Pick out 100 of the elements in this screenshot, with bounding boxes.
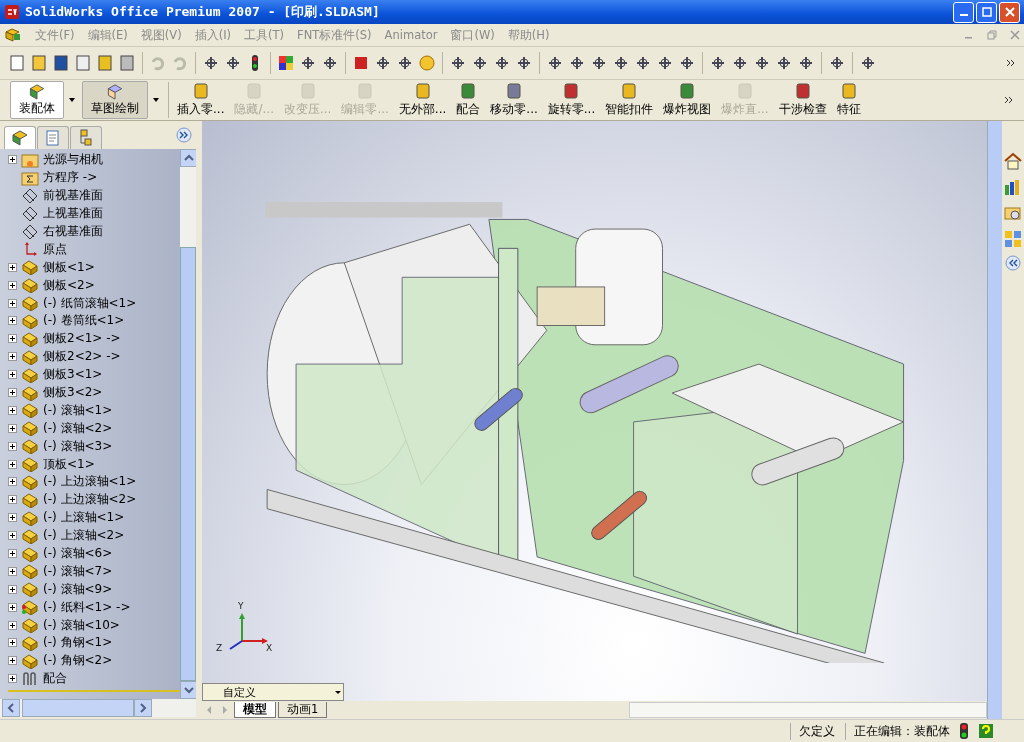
horizontal-scrollbar[interactable] xyxy=(0,699,196,717)
scroll-right-icon[interactable] xyxy=(134,699,152,717)
scroll-left-icon[interactable] xyxy=(2,699,20,717)
tree-item[interactable]: 侧板2<1> -> xyxy=(8,329,180,348)
tree-item[interactable]: 侧板2<2> -> xyxy=(8,347,180,366)
configuration-manager-tab[interactable] xyxy=(70,126,102,149)
tree-item[interactable]: (-) 滚轴<1> xyxy=(8,401,180,420)
expand-icon[interactable] xyxy=(8,531,17,541)
command-button[interactable]: 智能扣件 xyxy=(601,81,658,119)
tree-item[interactable]: 侧板3<2> xyxy=(8,383,180,402)
expand-icon[interactable] xyxy=(8,477,17,487)
tree-item[interactable]: 侧板3<1> xyxy=(8,365,180,384)
expand-icon[interactable] xyxy=(8,566,17,576)
expand-icon[interactable] xyxy=(8,638,17,648)
expand-icon[interactable] xyxy=(8,495,17,505)
command-button[interactable]: 移动零... xyxy=(486,81,542,119)
collapse-icon[interactable] xyxy=(1005,255,1021,271)
minimize-button[interactable] xyxy=(953,1,974,23)
expand-icon[interactable] xyxy=(8,352,17,362)
tree-item[interactable]: (-) 卷筒纸<1> xyxy=(8,312,180,330)
minimize-icon xyxy=(959,14,968,16)
scrollbar-thumb[interactable] xyxy=(22,699,134,717)
tree-item[interactable]: 配合 xyxy=(8,669,180,688)
expand-icon[interactable] xyxy=(8,155,17,165)
tree-item[interactable]: 顶板<1> xyxy=(8,455,180,474)
axis-label: X xyxy=(266,643,273,653)
command-tab[interactable]: 草图绘制 xyxy=(82,81,148,119)
lights-folder-icon xyxy=(21,151,39,168)
tree-item[interactable]: (-) 滚轴<2> xyxy=(8,419,180,438)
command-tab[interactable]: 装配体 xyxy=(10,81,64,119)
view-tab[interactable]: 模型 xyxy=(234,702,276,718)
palette-icon[interactable] xyxy=(1003,229,1023,249)
command-button[interactable]: 特征 xyxy=(832,81,865,119)
graphics-area[interactable]: Y Z X 自定义 xyxy=(202,121,987,701)
vertical-scrollbar[interactable] xyxy=(180,149,196,699)
status-text: 正在编辑：装配体 xyxy=(845,722,950,740)
expand-icon[interactable] xyxy=(8,405,17,415)
tree-item[interactable]: (-) 角钢<1> xyxy=(8,634,180,652)
expand-icon[interactable] xyxy=(8,674,17,684)
expand-icon[interactable] xyxy=(8,423,17,433)
horizontal-scrollbar[interactable] xyxy=(629,702,987,718)
tree-item[interactable]: (-) 角钢<2> xyxy=(8,651,180,670)
tree-item[interactable]: 方程序 -> xyxy=(8,168,180,187)
expand-icon[interactable] xyxy=(8,262,17,272)
command-button[interactable]: 无外部... xyxy=(394,81,451,119)
more-chevron-icon[interactable] xyxy=(1006,58,1016,68)
expand-icon[interactable] xyxy=(8,584,17,594)
command-button[interactable]: 配合 xyxy=(452,81,485,119)
command-button[interactable]: 旋转零... xyxy=(543,81,600,119)
tree-item[interactable]: 原点 xyxy=(8,240,180,259)
tree-item[interactable]: 上视基准面 xyxy=(8,204,180,223)
tree-item[interactable]: (-) 上滚轴<1> xyxy=(8,508,180,527)
tree-item[interactable]: (-) 滚轴<7> xyxy=(8,562,180,581)
tree-item[interactable]: (-) 上边滚轴<2> xyxy=(8,490,180,509)
expand-panel-icon[interactable] xyxy=(176,127,192,143)
command-button[interactable]: 爆炸视图 xyxy=(659,81,716,119)
tree-item[interactable]: 光源与相机 xyxy=(8,151,180,169)
expand-icon[interactable] xyxy=(8,334,17,344)
close-button[interactable] xyxy=(999,1,1020,23)
maximize-button[interactable] xyxy=(976,1,997,23)
expand-icon[interactable] xyxy=(8,441,17,451)
expand-icon[interactable] xyxy=(8,656,17,666)
tree-item[interactable]: 右视基准面 xyxy=(8,222,180,241)
tree-item[interactable]: (-) 滚轴<10> xyxy=(8,616,180,635)
logo-cube-icon[interactable] xyxy=(352,54,370,72)
expand-icon[interactable] xyxy=(8,280,17,290)
traffic-light-icon xyxy=(960,723,968,739)
expand-icon[interactable] xyxy=(8,459,17,469)
tree-item[interactable]: (-) 上滚轴<2> xyxy=(8,526,180,545)
expand-icon[interactable] xyxy=(8,513,17,523)
color-grid-icon[interactable] xyxy=(277,54,295,72)
expand-icon[interactable] xyxy=(8,298,17,308)
app-logo-icon xyxy=(4,4,20,20)
axis-label: Y xyxy=(238,601,244,611)
command-button[interactable]: 干涉检查 xyxy=(774,81,831,119)
more-chevron-icon[interactable] xyxy=(1004,95,1014,105)
tree-item[interactable]: 侧板<2> xyxy=(8,276,180,295)
tree-item[interactable]: (-) 纸筒滚轴<1> xyxy=(8,294,180,312)
expand-icon[interactable] xyxy=(8,316,17,326)
tree-item[interactable]: (-) 滚轴<6> xyxy=(8,544,180,563)
vertical-scrollbar[interactable] xyxy=(987,121,1002,719)
expand-icon[interactable] xyxy=(8,602,17,612)
feature-manager-tab[interactable] xyxy=(4,126,36,149)
view-tab[interactable]: 动画1 xyxy=(278,702,328,718)
expand-icon[interactable] xyxy=(8,549,17,559)
configuration-dropdown[interactable]: 自定义 xyxy=(202,683,344,701)
new-file-icon[interactable] xyxy=(8,54,26,72)
expand-icon[interactable] xyxy=(8,370,17,380)
tree-item[interactable]: (-) 滚轴<9> xyxy=(8,580,180,599)
tree-item[interactable]: 侧板<1> xyxy=(8,258,180,277)
tree-item[interactable]: (-) 上边滚轴<1> xyxy=(8,473,180,491)
expand-icon[interactable] xyxy=(8,388,17,397)
tree-item[interactable]: 前视基准面 xyxy=(8,186,180,205)
expand-icon[interactable] xyxy=(8,620,17,630)
plane-icon xyxy=(21,223,39,240)
tree-item[interactable]: (-) 纸料<1> -> xyxy=(8,598,180,617)
tree-item[interactable]: (-) 滚轴<3> xyxy=(8,437,180,456)
home-icon[interactable] xyxy=(1003,151,1023,171)
axis-label: Z xyxy=(216,643,223,653)
command-button[interactable]: 插入零... xyxy=(173,81,229,119)
